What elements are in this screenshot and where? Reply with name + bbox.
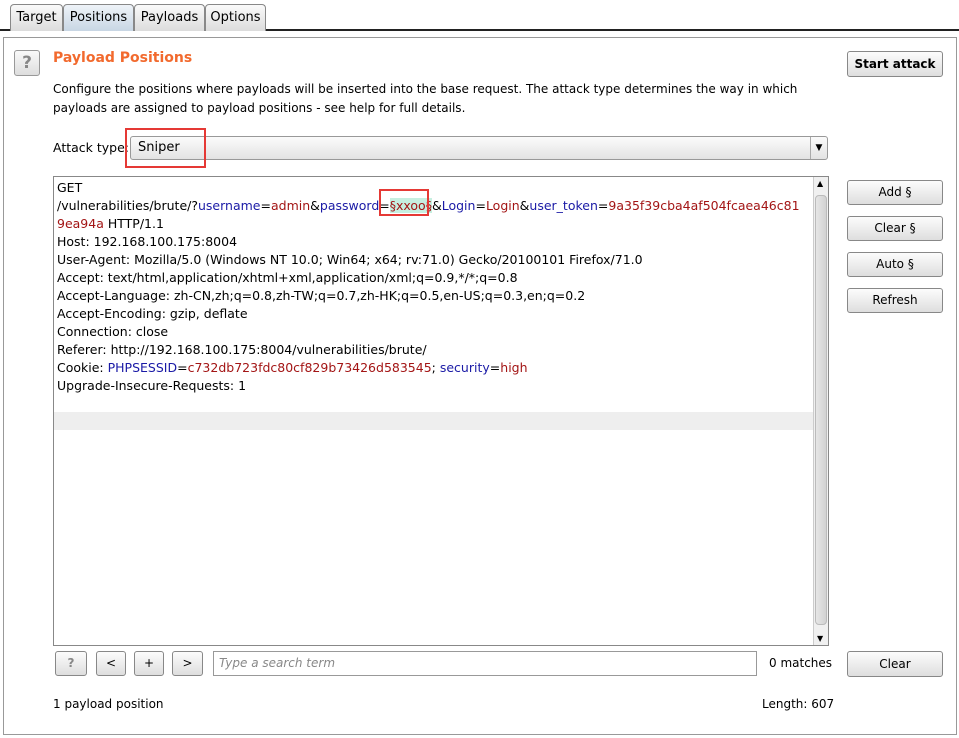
refresh-button[interactable]: Refresh — [847, 288, 943, 313]
tab-positions[interactable]: Positions — [63, 4, 134, 31]
scroll-up-icon[interactable]: ▲ — [817, 179, 823, 188]
param-value: admin — [270, 198, 311, 213]
clear-markers-button[interactable]: Clear § — [847, 216, 943, 241]
param-name: password — [319, 198, 380, 213]
page-title: Payload Positions — [53, 50, 193, 66]
search-prev-button[interactable]: < — [96, 651, 126, 676]
param-name: user_token — [529, 198, 598, 213]
param-name: username — [198, 198, 261, 213]
help-icon[interactable]: ? — [14, 50, 40, 76]
request-text-segment: & — [519, 198, 530, 213]
request-line: Accept-Language: zh-CN,zh;q=0.8,zh-TW;q=… — [57, 287, 812, 305]
auto-marker-button[interactable]: Auto § — [847, 252, 943, 277]
param-value: 9a35f39cba4af504fcaea46c81 — [608, 198, 800, 213]
chevron-down-icon: ▼ — [810, 137, 827, 159]
tab-options[interactable]: Options — [205, 4, 266, 31]
request-text-segment: Upgrade-Insecure-Requests: 1 — [57, 378, 247, 393]
request-text-segment: = — [379, 198, 390, 213]
request-text-segment: = — [260, 198, 271, 213]
request-line: Cookie: PHPSESSID=c732db723fdc80cf829b73… — [57, 359, 812, 377]
search-next-button[interactable]: > — [172, 651, 203, 676]
request-text-segment: HTTP/1.1 — [103, 216, 164, 231]
request-text-segment: Connection: close — [57, 324, 169, 339]
param-name: Login — [441, 198, 476, 213]
attack-type-label: Attack type: — [53, 140, 130, 155]
request-line: Referer: http://192.168.100.175:8004/vul… — [57, 341, 812, 359]
request-text-segment: Accept-Language: zh-CN,zh;q=0.8,zh-TW;q=… — [57, 288, 586, 303]
clear-search-button[interactable]: Clear — [847, 651, 943, 677]
request-text-segment: & — [310, 198, 320, 213]
request-text-segment: ; — [431, 360, 440, 375]
scrollbar[interactable]: ▲ ▼ — [813, 177, 828, 645]
request-text-segment: User-Agent: Mozilla/5.0 (Windows NT 10.0… — [57, 252, 643, 267]
search-add-button[interactable]: + — [134, 651, 164, 676]
request-line: Connection: close — [57, 323, 812, 341]
param-name: security — [439, 360, 490, 375]
current-line-highlight — [54, 412, 814, 430]
request-text-segment: = — [597, 198, 609, 213]
request-text-segment: = — [177, 360, 188, 375]
param-value: Login — [485, 198, 520, 213]
request-length: Length: 607 — [762, 697, 835, 711]
request-text-segment: GET — [57, 180, 83, 195]
request-text-segment: /vulnerabilities/brute/? — [57, 198, 198, 213]
request-text-segment: Accept-Encoding: gzip, deflate — [57, 306, 248, 321]
payload-position-count: 1 payload position — [53, 697, 164, 711]
add-marker-button[interactable]: Add § — [847, 180, 943, 205]
description: Configure the positions where payloads w… — [53, 82, 798, 115]
request-text-segment: Referer: http://192.168.100.175:8004/vul… — [57, 342, 427, 357]
request-text-segment: = — [475, 198, 486, 213]
request-line: Host: 192.168.100.175:8004 — [57, 233, 812, 251]
tab-target[interactable]: Target — [10, 4, 63, 31]
request-line: Upgrade-Insecure-Requests: 1 — [57, 377, 812, 395]
search-input[interactable]: Type a search term — [213, 651, 757, 676]
attack-type-select[interactable]: Sniper ▼ — [130, 136, 828, 160]
request-text-segment: Accept: text/html,application/xhtml+xml,… — [57, 270, 518, 285]
payload-marker: §xxoo§ — [389, 198, 432, 213]
request-text-segment: & — [431, 198, 442, 213]
request-line: 9ea94a HTTP/1.1 — [57, 215, 812, 233]
scrollbar-thumb[interactable] — [815, 195, 827, 625]
search-help-icon[interactable]: ? — [55, 651, 87, 676]
param-value: high — [500, 360, 528, 375]
scroll-down-icon[interactable]: ▼ — [817, 634, 823, 643]
request-line: Accept: text/html,application/xhtml+xml,… — [57, 269, 812, 287]
start-attack-button[interactable]: Start attack — [847, 51, 943, 77]
request-text-segment: Host: 192.168.100.175:8004 — [57, 234, 238, 249]
param-value: 9ea94a — [57, 216, 104, 231]
match-count: 0 matches — [769, 656, 833, 670]
param-value: c732db723fdc80cf829b73426d583545 — [187, 360, 432, 375]
request-editor[interactable]: GET/vulnerabilities/brute/?username=admi… — [53, 176, 829, 646]
request-line: /vulnerabilities/brute/?username=admin&p… — [57, 197, 812, 215]
request-line: GET — [57, 179, 812, 197]
request-text-segment: = — [489, 360, 501, 375]
param-name: PHPSESSID — [107, 360, 178, 375]
tab-payloads[interactable]: Payloads — [134, 4, 205, 31]
attack-type-value: Sniper — [138, 140, 180, 155]
request-text: GET/vulnerabilities/brute/?username=admi… — [57, 179, 812, 395]
request-text-segment: Cookie: — [57, 360, 108, 375]
request-line: User-Agent: Mozilla/5.0 (Windows NT 10.0… — [57, 251, 812, 269]
request-line: Accept-Encoding: gzip, deflate — [57, 305, 812, 323]
tab-bar: Target Positions Payloads Options — [0, 0, 959, 31]
